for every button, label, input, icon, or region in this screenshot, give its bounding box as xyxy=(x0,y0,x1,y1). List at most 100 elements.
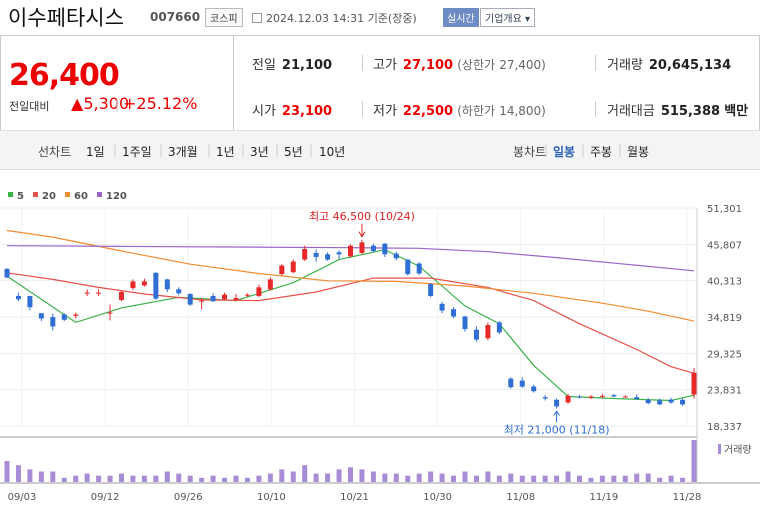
open-value: 23,100 xyxy=(281,104,333,119)
line-chart-label: 선차트 xyxy=(38,145,72,159)
volume-bar xyxy=(336,469,342,482)
volume-bar xyxy=(267,473,273,482)
price-chart[interactable]: 5 20 60 120 최고 46,500 (10/24) 최저 21,000 (11/… xyxy=(0,180,760,510)
volume-bar xyxy=(27,469,33,482)
cell-divider xyxy=(362,55,363,71)
candle-body xyxy=(256,287,262,296)
volume-bar xyxy=(588,477,594,482)
volume-bar xyxy=(73,475,79,482)
candle-body xyxy=(164,279,170,290)
candle-body xyxy=(302,249,308,260)
y-tick-label: 51,301 xyxy=(707,204,742,215)
y-tick-label: 18,337 xyxy=(707,422,742,433)
candle-body xyxy=(588,396,594,398)
tab-3m[interactable]: 3개월 xyxy=(168,143,198,160)
realtime-button[interactable]: 실시간 xyxy=(443,8,479,27)
datetime-block: 2024.12.03 14:31 기준(장중) xyxy=(252,10,417,26)
x-tick-label: 09/12 xyxy=(91,492,120,503)
candle-body xyxy=(599,395,605,397)
volume-bar xyxy=(393,473,399,482)
volume-bar xyxy=(210,475,216,482)
candle-body xyxy=(336,252,342,255)
candle-body xyxy=(508,378,514,388)
volume-bar xyxy=(370,471,376,482)
price-summary: 26,400 전일대비 ▲5,300 | +25.12% 전일 21,100 고가… xyxy=(0,35,760,131)
volume-bar xyxy=(279,469,285,482)
tab-10y[interactable]: 10년 xyxy=(319,143,345,160)
cell-divider xyxy=(595,55,596,71)
tab-monthly[interactable]: 월봉 xyxy=(627,143,649,160)
candle-body xyxy=(210,295,216,302)
candles xyxy=(4,239,697,409)
volume-cell: 거래량 20,645,134 xyxy=(607,54,731,73)
candle-body xyxy=(393,253,399,259)
datetime: 2024.12.03 14:31 xyxy=(266,12,365,25)
separator: | xyxy=(115,98,120,112)
volume-bar xyxy=(222,477,228,482)
tab-daily[interactable]: 일봉 xyxy=(553,143,575,160)
volume-bar xyxy=(462,471,468,482)
candle-body xyxy=(451,309,457,317)
volume-bar xyxy=(119,473,124,482)
tab-weekly[interactable]: 주봉 xyxy=(590,143,612,160)
candle-body xyxy=(244,294,250,296)
chart-grid xyxy=(0,207,697,427)
candle-body xyxy=(611,395,617,397)
legend-swatch xyxy=(8,192,13,197)
high-cell: 고가 27,100 (상한가 27,400) xyxy=(373,54,546,73)
stock-title[interactable]: 이수페타시스 xyxy=(8,2,124,32)
amount-value: 515,388 xyxy=(660,104,721,119)
candle-body xyxy=(153,272,159,299)
y-tick-label: 40,313 xyxy=(707,277,742,288)
calendar-icon xyxy=(252,13,262,23)
volume-bar xyxy=(359,469,365,482)
amount-unit: 백만 xyxy=(724,104,749,119)
volume-bar xyxy=(542,475,548,482)
stock-header: 이수페타시스 007660 코스피 2024.12.03 14:31 기준(장중… xyxy=(0,0,760,34)
y-tick-label: 23,831 xyxy=(707,386,742,397)
company-info-dropdown[interactable]: 기업개요 ▾ xyxy=(480,8,536,27)
tab-5y[interactable]: 5년 xyxy=(284,143,303,160)
candle-chart-label: 봉차트 xyxy=(513,145,547,159)
candle-body xyxy=(325,254,331,260)
candle-body xyxy=(199,300,205,302)
tab-1w[interactable]: 1주일 xyxy=(122,143,152,160)
open-cell: 시가 23,100 xyxy=(252,100,332,119)
tab-separator: | xyxy=(241,143,246,157)
upper-limit-value: 27,400) xyxy=(499,58,546,72)
candle-body xyxy=(577,396,582,398)
x-tick-label: 09/26 xyxy=(174,492,203,503)
tab-separator: | xyxy=(207,143,212,157)
candle-body xyxy=(15,295,21,300)
candle-body xyxy=(473,329,479,340)
candle-body xyxy=(50,317,56,327)
candle-body xyxy=(382,243,388,255)
tab-3y[interactable]: 3년 xyxy=(250,143,269,160)
candle-body xyxy=(565,395,571,403)
volume-bar xyxy=(485,471,491,482)
tab-separator: | xyxy=(159,143,164,157)
tab-1d[interactable]: 1일 xyxy=(86,143,105,160)
lower-limit-label: (하한가 xyxy=(457,104,496,118)
volume-bar xyxy=(611,475,617,482)
candle-body xyxy=(680,399,686,405)
candle-body xyxy=(622,396,628,398)
low-annotation: 최저 21,000 (11/18) xyxy=(504,423,610,436)
chart-legend: 5 20 60 120 xyxy=(8,191,127,202)
candle-body xyxy=(290,261,296,273)
volume-bar xyxy=(141,475,147,482)
candle-body xyxy=(233,297,239,300)
volume-bar xyxy=(348,467,353,482)
tab-1y[interactable]: 1년 xyxy=(216,143,235,160)
candle-body xyxy=(359,242,365,253)
volume-legend-swatch xyxy=(718,444,721,454)
low-label: 저가 xyxy=(373,104,397,119)
volume-bar xyxy=(657,477,663,482)
candle-body xyxy=(416,263,422,274)
volume-bar xyxy=(691,440,697,482)
volume-bar xyxy=(439,473,445,482)
change-label: 전일대비 xyxy=(9,100,50,113)
candle-body xyxy=(267,279,273,290)
volume-bar xyxy=(325,473,331,482)
candle-body xyxy=(531,386,537,392)
